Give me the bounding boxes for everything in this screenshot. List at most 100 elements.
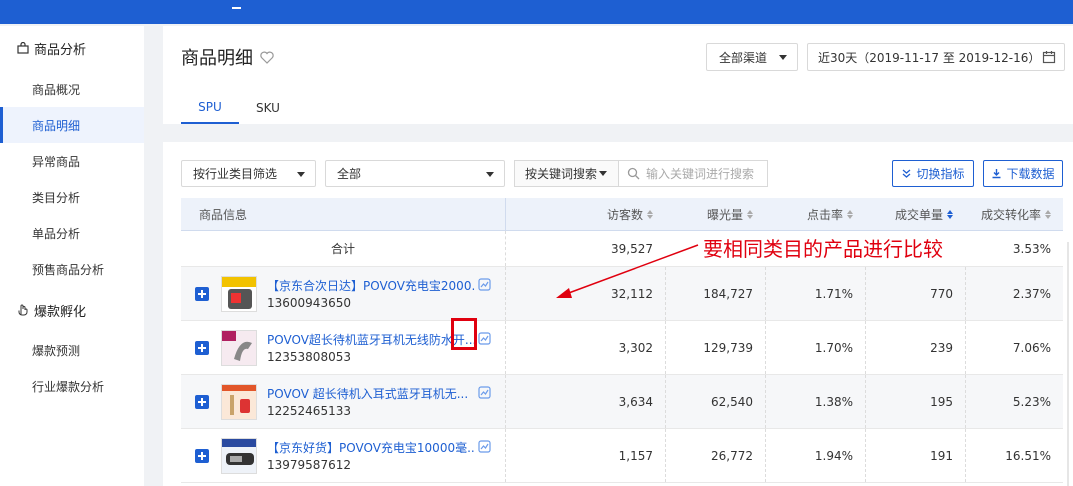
column-header-exposure[interactable]: 曝光量 <box>665 198 765 230</box>
total-visitors: 39,527 <box>611 241 653 256</box>
column-header-orders[interactable]: 成交单量 <box>865 198 965 230</box>
trend-chart-icon[interactable] <box>478 440 491 453</box>
product-thumbnail <box>221 438 257 474</box>
keyword-mode-select[interactable]: 按关键词搜索 <box>514 160 618 187</box>
highlight-box <box>451 318 477 350</box>
product-name-link[interactable]: 【京东好货】POVOV充电宝10000毫... <box>267 439 475 456</box>
expand-plus-icon[interactable] <box>195 287 209 301</box>
sidebar-item-overview[interactable]: 商品概况 <box>0 71 144 107</box>
industry-category-select[interactable]: 按行业类目筛选 <box>181 160 316 187</box>
sidebar-item-category[interactable]: 类目分析 <box>0 179 144 215</box>
table-row[interactable]: 【京东合次日达】POVOV充电宝2000... 13600943650 32,1… <box>181 267 1063 321</box>
orders-cell: 239 <box>930 340 953 355</box>
favorite-heart-icon[interactable] <box>259 49 275 65</box>
table-row[interactable]: POVOV超长待机蓝牙耳机无线防水开... 12353808053 3,302 … <box>181 321 1063 375</box>
trend-chart-icon[interactable] <box>478 278 491 291</box>
conversion-cell: 16.51% <box>1005 448 1051 463</box>
search-icon <box>627 167 640 180</box>
download-label: 下载数据 <box>1006 167 1055 181</box>
product-thumbnail <box>221 276 257 312</box>
hand-icon <box>16 303 30 317</box>
tab-label: SPU <box>198 100 222 114</box>
sidebar-item-label: 单品分析 <box>32 226 81 241</box>
expand-plus-icon[interactable] <box>195 341 209 355</box>
all-select-value: 全部 <box>337 167 362 181</box>
sidebar-item-abnormal[interactable]: 异常商品 <box>0 143 144 179</box>
tab-sku[interactable]: SKU <box>239 92 297 124</box>
conversion-cell: 2.37% <box>1012 286 1051 301</box>
column-header-visitors[interactable]: 访客数 <box>505 198 665 230</box>
caret-down-icon <box>599 171 608 176</box>
sidebar-item-single[interactable]: 单品分析 <box>0 215 144 251</box>
channel-select-value: 全部渠道 <box>719 50 768 65</box>
product-name-link[interactable]: POVOV 超长待机入耳式蓝牙耳机无... <box>267 385 475 402</box>
product-name-link[interactable]: 【京东合次日达】POVOV充电宝2000... <box>267 277 475 294</box>
visitors-cell: 1,157 <box>618 448 653 463</box>
sidebar-item-label: 类目分析 <box>32 190 81 205</box>
tab-label: SKU <box>256 101 280 115</box>
sidebar-group-hot-incubation[interactable]: 爆款孵化 <box>0 288 144 332</box>
table-header: 商品信息 访客数 曝光量 点击率 成交单量 成交转化率 <box>181 198 1063 231</box>
all-category-select[interactable]: 全部 <box>325 160 505 187</box>
sidebar-item-label: 商品概况 <box>32 82 81 97</box>
sort-active-icon <box>947 209 953 219</box>
page-header: 商品明细 全部渠道 近30天（2019-11-17 至 2019-12-16） … <box>163 26 1073 124</box>
trend-chart-icon[interactable] <box>478 386 491 399</box>
trend-chart-icon[interactable] <box>478 332 491 345</box>
table-row[interactable]: POVOV 超长待机入耳式蓝牙耳机无... 12252465133 3,634 … <box>181 375 1063 429</box>
goods-bag-icon <box>16 41 30 55</box>
orders-cell: 191 <box>930 448 953 463</box>
exposure-cell: 129,739 <box>703 340 753 355</box>
expand-plus-icon[interactable] <box>195 449 209 463</box>
tab-bar: SPU SKU <box>181 92 297 124</box>
product-id: 12353808053 <box>267 350 351 364</box>
keyword-mode-value: 按关键词搜索 <box>525 167 598 181</box>
column-header-conversion[interactable]: 成交转化率 <box>965 198 1063 230</box>
scrollbar[interactable] <box>1063 142 1073 486</box>
ctr-cell: 1.70% <box>814 340 853 355</box>
sidebar-group-label: 商品分析 <box>34 42 87 58</box>
expand-plus-icon[interactable] <box>195 395 209 409</box>
visitors-cell: 3,302 <box>618 340 653 355</box>
sidebar-item-label: 预售商品分析 <box>32 262 105 277</box>
download-icon <box>992 169 1001 179</box>
product-id: 13600943650 <box>267 296 351 310</box>
column-header-product: 商品信息 <box>199 207 248 222</box>
sidebar: 商品分析 商品概况 商品明细 异常商品 类目分析 单品分析 预售商品分析 爆款孵… <box>0 26 144 486</box>
sidebar-item-detail[interactable]: 商品明细 <box>0 107 144 143</box>
switch-metrics-button[interactable]: 切换指标 <box>892 160 974 187</box>
sort-icon <box>847 209 853 219</box>
top-nav-bar <box>0 0 1073 24</box>
product-id: 12252465133 <box>267 404 351 418</box>
sort-icon <box>647 209 653 219</box>
sidebar-item-industry-hot[interactable]: 行业爆款分析 <box>0 368 144 404</box>
visitors-cell: 32,112 <box>611 286 653 301</box>
tab-spu[interactable]: SPU <box>181 92 239 124</box>
caret-down-icon <box>486 172 494 177</box>
table-row[interactable]: 【京东好货】POVOV充电宝10000毫... 13979587612 1,15… <box>181 429 1063 483</box>
total-label: 合计 <box>331 242 356 256</box>
column-header-ctr[interactable]: 点击率 <box>765 198 865 230</box>
keyword-search-input[interactable]: 输入关键词进行搜索 <box>618 160 768 187</box>
ctr-cell: 1.38% <box>814 394 853 409</box>
sidebar-item-hot-forecast[interactable]: 爆款预测 <box>0 332 144 368</box>
product-thumbnail <box>221 384 257 420</box>
total-conversion: 3.53% <box>1012 241 1051 256</box>
orders-cell: 195 <box>930 394 953 409</box>
channel-select[interactable]: 全部渠道 <box>706 43 798 71</box>
nav-indicator <box>232 7 241 9</box>
sidebar-item-presale[interactable]: 预售商品分析 <box>0 251 144 287</box>
product-thumbnail <box>221 330 257 366</box>
page-title: 商品明细 <box>181 44 275 70</box>
download-data-button[interactable]: 下载数据 <box>983 160 1063 187</box>
product-name-link[interactable]: POVOV超长待机蓝牙耳机无线防水开... <box>267 331 475 348</box>
content-panel: 按行业类目筛选 全部 按关键词搜索 输入关键词进行搜索 切换指标 下载数据 商品… <box>163 142 1073 486</box>
date-range-value: 近30天（2019-11-17 至 2019-12-16） <box>818 50 1041 65</box>
double-chevron-down-icon <box>903 169 911 178</box>
ctr-cell: 1.94% <box>814 448 853 463</box>
sort-icon <box>1045 209 1051 219</box>
sidebar-item-label: 爆款预测 <box>32 343 81 358</box>
sidebar-group-goods-analysis[interactable]: 商品分析 <box>0 26 144 70</box>
date-range-picker[interactable]: 近30天（2019-11-17 至 2019-12-16） <box>807 43 1065 71</box>
keyword-placeholder: 输入关键词进行搜索 <box>646 167 755 181</box>
